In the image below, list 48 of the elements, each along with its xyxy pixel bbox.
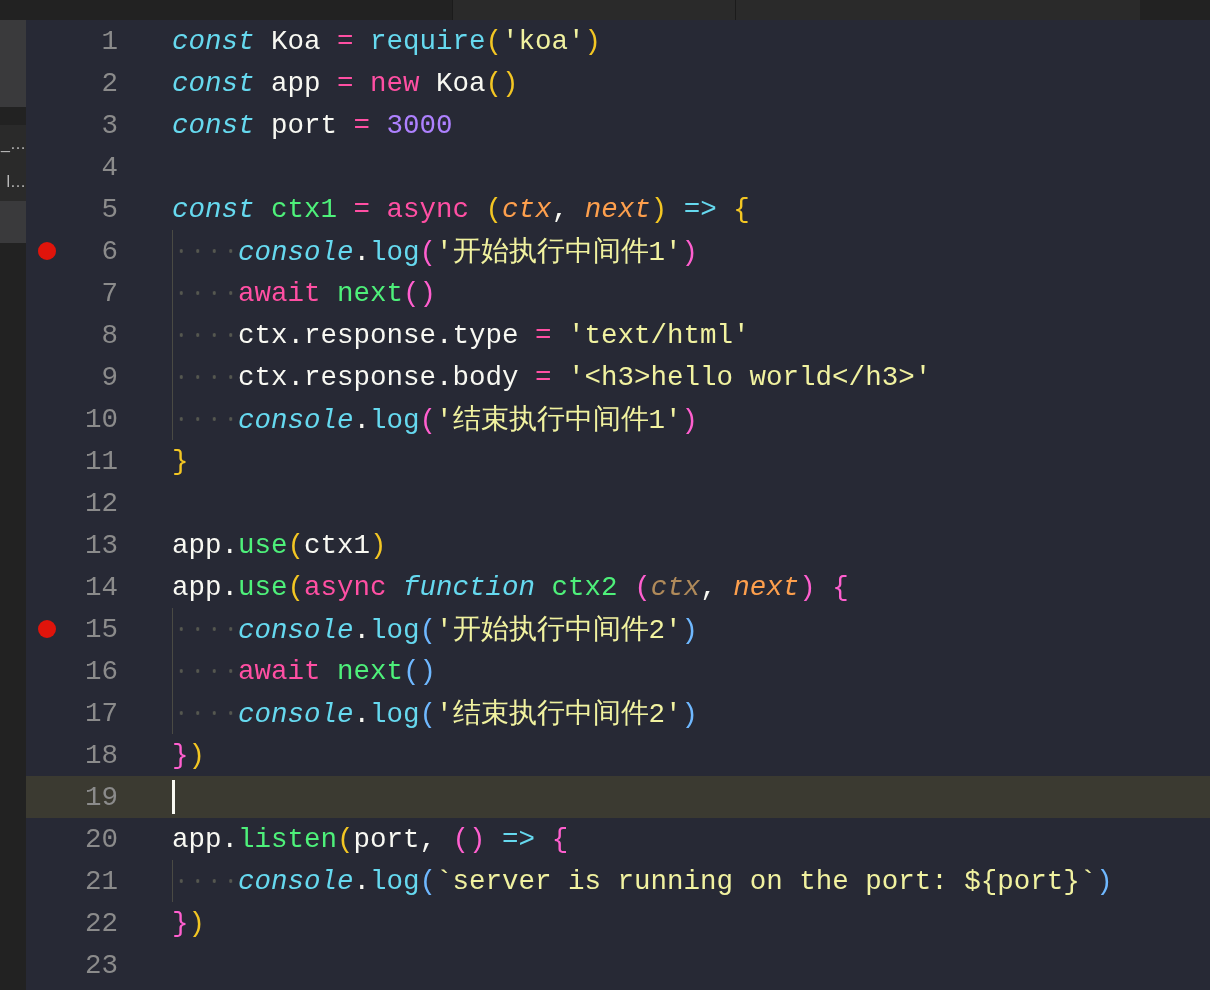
- code-line: const port = 3000: [172, 109, 453, 141]
- line-number: 4: [100, 151, 118, 183]
- code-line: console.log('开始执行中间件1'): [238, 236, 699, 269]
- breakpoint-marker[interactable]: [38, 620, 56, 638]
- code-line: }): [172, 907, 206, 939]
- line-number: 11: [84, 445, 118, 477]
- sidebar-panel: [0, 201, 26, 243]
- line-number: 5: [100, 193, 118, 225]
- code-line: console.log(`server is running on the port: ${port}`): [238, 865, 1113, 897]
- line-number: 2: [100, 67, 118, 99]
- code-line: }: [172, 445, 189, 477]
- code-line: app.use(ctx1): [172, 529, 387, 561]
- line-number: 14: [84, 571, 118, 603]
- line-number: 18: [84, 739, 118, 771]
- line-number: 1: [100, 25, 118, 57]
- line-number: 7: [100, 277, 118, 309]
- code-line: app.listen(port, () => {: [172, 823, 569, 855]
- code-line: }): [172, 739, 206, 771]
- line-number: 16: [84, 655, 118, 687]
- code-line: const ctx1 = async (ctx, next) => {: [172, 193, 750, 225]
- code-line: console.log('结束执行中间件1'): [238, 404, 699, 437]
- line-number: 3: [100, 109, 118, 141]
- code-line: await next(): [238, 277, 437, 309]
- code-line: const app = new Koa(): [172, 67, 519, 99]
- code-line: await next(): [238, 655, 437, 687]
- breakpoint-marker[interactable]: [38, 242, 56, 260]
- code-line: console.log('结束执行中间件2'): [238, 698, 699, 731]
- line-number: 10: [84, 403, 118, 435]
- line-number: 23: [84, 949, 118, 981]
- line-number: 9: [100, 361, 118, 393]
- line-number: 6: [100, 235, 118, 267]
- line-number: 17: [84, 697, 118, 729]
- sidebar-item[interactable]: l…: [0, 163, 26, 201]
- line-number: 19: [84, 781, 118, 813]
- line-number: 13: [84, 529, 118, 561]
- line-number: 22: [84, 907, 118, 939]
- code-line: app.use(async function ctx2 (ctx, next) {: [172, 571, 849, 603]
- line-number: 21: [84, 865, 118, 897]
- line-number: 8: [100, 319, 118, 351]
- code-line: console.log('开始执行中间件2'): [238, 614, 699, 647]
- line-number: 20: [84, 823, 118, 855]
- line-number: 12: [84, 487, 118, 519]
- sidebar-item[interactable]: _…: [0, 125, 26, 163]
- code-line: const Koa = require('koa'): [172, 25, 602, 57]
- text-cursor: [172, 780, 175, 814]
- line-number: 15: [84, 613, 118, 645]
- code-line: ctx.response.type = 'text/html': [238, 319, 750, 351]
- code-line: ctx.response.body = '<h3>hello world</h3>': [238, 361, 932, 393]
